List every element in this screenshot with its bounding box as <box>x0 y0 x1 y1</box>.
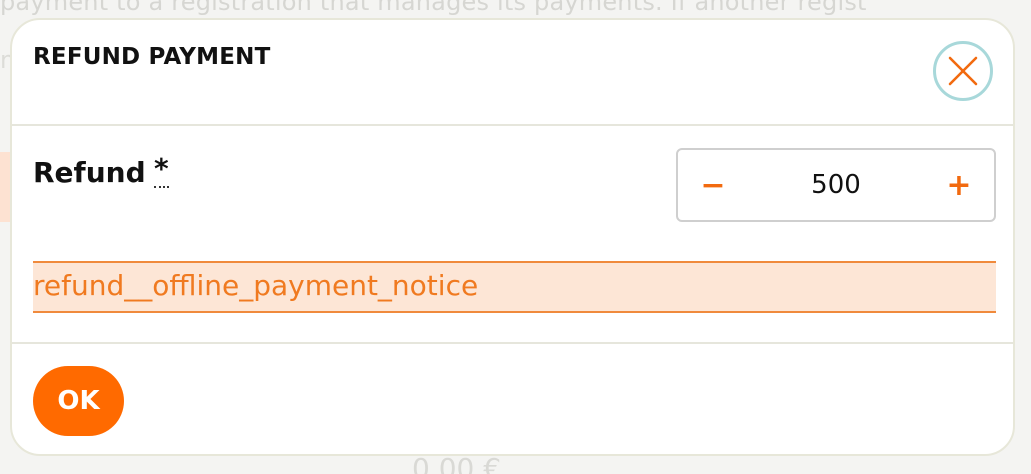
decrement-button[interactable]: − <box>678 150 748 220</box>
notice-text: refund__offline_payment_notice <box>33 269 479 302</box>
ok-button[interactable]: OK <box>33 366 124 436</box>
close-button[interactable] <box>933 41 993 101</box>
dialog-footer: OK <box>12 344 1013 454</box>
background-text: payment to a registration that manages i… <box>0 0 867 16</box>
dialog-header: REFUND PAYMENT <box>12 20 1013 126</box>
offline-payment-notice: refund__offline_payment_notice <box>33 261 996 313</box>
refund-amount-stepper: − + <box>676 148 996 222</box>
refund-field-label: Refund <box>33 156 146 189</box>
increment-button[interactable]: + <box>924 150 994 220</box>
required-indicator: * <box>154 154 169 188</box>
dialog-body: Refund * − + refund__offline_payment_not… <box>12 126 1013 344</box>
refund-amount-input[interactable] <box>748 150 924 220</box>
close-icon <box>948 56 978 86</box>
dialog-title: REFUND PAYMENT <box>33 44 271 70</box>
refund-payment-dialog: REFUND PAYMENT Refund * − + refund__offl… <box>10 18 1015 456</box>
